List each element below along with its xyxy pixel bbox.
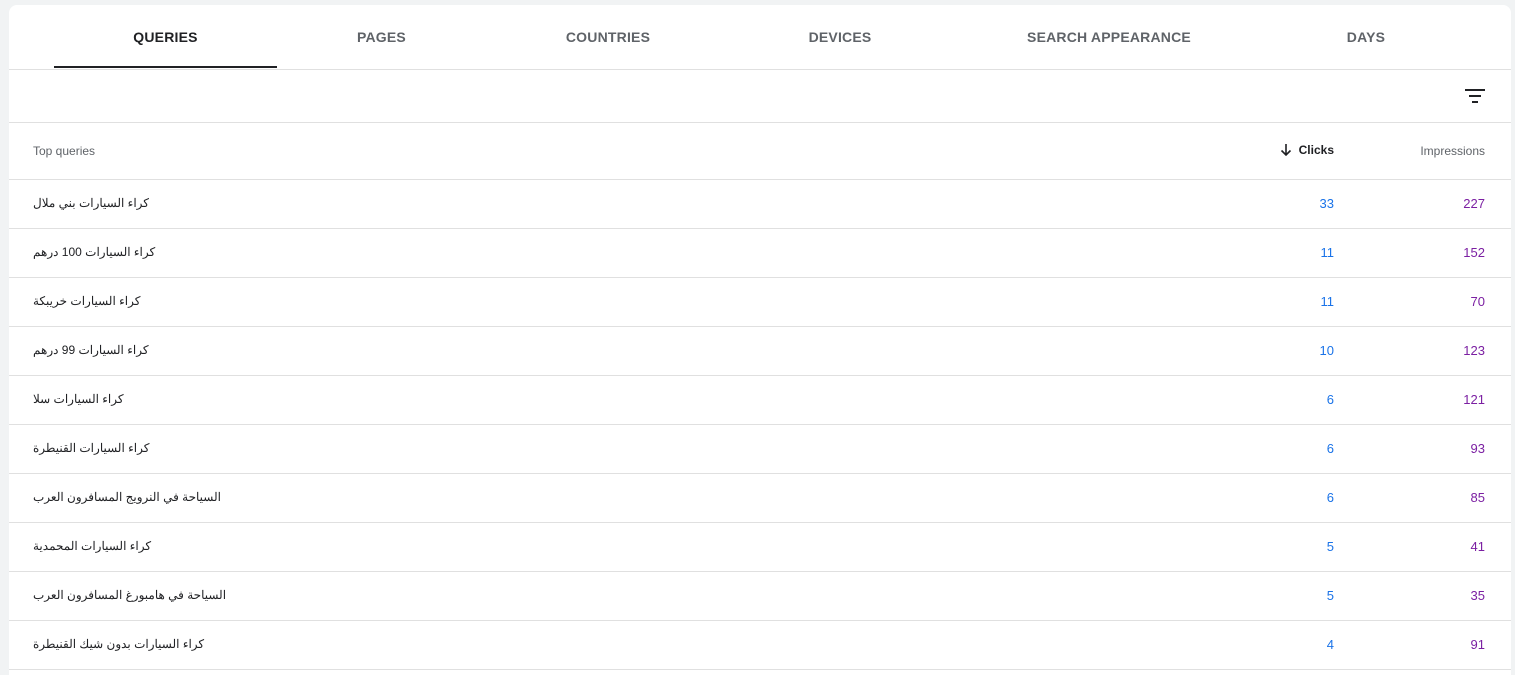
query-cell[interactable]: كراء السيارات القنيطرة — [33, 441, 149, 455]
impressions-cell: 41 — [1470, 539, 1485, 554]
impressions-cell: 152 — [1463, 245, 1485, 260]
active-tab-indicator — [54, 66, 277, 68]
column-header-clicks-label: Clicks — [1298, 143, 1334, 157]
clicks-cell: 33 — [1319, 196, 1334, 211]
clicks-cell: 5 — [1326, 588, 1334, 603]
impressions-cell: 93 — [1470, 441, 1485, 456]
tab-countries[interactable]: COUNTRIES — [499, 5, 717, 69]
table-row[interactable]: كراء السيارات القنيطرة 6 93 — [9, 425, 1511, 474]
tab-search-appearance[interactable]: SEARCH APPEARANCE — [999, 5, 1219, 69]
filter-list-icon — [1465, 89, 1485, 103]
clicks-cell: 6 — [1326, 441, 1334, 456]
clicks-cell: 11 — [1320, 245, 1335, 260]
column-header-impressions[interactable]: Impressions — [1420, 144, 1485, 158]
table-row[interactable]: كراء السيارات المحمدية 5 41 — [9, 523, 1511, 572]
tab-queries[interactable]: QUERIES — [54, 5, 277, 69]
table-row[interactable]: كراء السيارات 100 درهم 11 152 — [9, 229, 1511, 278]
query-cell[interactable]: كراء السيارات المحمدية — [33, 539, 151, 553]
impressions-cell: 35 — [1470, 588, 1485, 603]
query-cell[interactable]: كراء السيارات 99 درهم — [33, 343, 149, 357]
tab-pages[interactable]: PAGES — [277, 5, 486, 69]
tab-bar: QUERIES PAGES COUNTRIES DEVICES SEARCH A… — [9, 5, 1511, 70]
impressions-cell: 91 — [1470, 637, 1485, 652]
table-row[interactable]: كراء السيارات خريبكة 11 70 — [9, 278, 1511, 327]
clicks-cell: 10 — [1319, 343, 1334, 358]
query-cell[interactable]: كراء السيارات بني ملال — [33, 196, 149, 210]
query-cell[interactable]: كراء السيارات بدون شيك القنيطرة — [33, 637, 204, 651]
clicks-cell: 4 — [1326, 637, 1334, 652]
filter-button[interactable] — [1459, 80, 1491, 112]
table-header: Top queries Clicks Impressions — [9, 123, 1511, 180]
tab-days[interactable]: DAYS — [1259, 5, 1473, 69]
impressions-cell: 85 — [1470, 490, 1485, 505]
impressions-cell: 227 — [1463, 196, 1485, 211]
query-cell[interactable]: السياحة في النرويج المسافرون العرب — [33, 490, 221, 504]
clicks-cell: 6 — [1326, 392, 1334, 407]
query-cell[interactable]: كراء السيارات 100 درهم — [33, 245, 155, 259]
query-cell[interactable]: كراء السيارات خريبكة — [33, 294, 140, 308]
impressions-cell: 70 — [1470, 294, 1485, 309]
table-row[interactable]: كراء السيارات بني ملال 33 227 — [9, 180, 1511, 229]
table-row[interactable]: كراء السيارات بدون شيك القنيطرة 4 91 — [9, 621, 1511, 670]
column-header-query: Top queries — [33, 144, 96, 158]
table-row[interactable]: كراء السيارات سلا 6 121 — [9, 376, 1511, 425]
column-header-clicks[interactable]: Clicks — [1280, 143, 1334, 157]
table-row[interactable]: السياحة في النرويج المسافرون العرب 6 85 — [9, 474, 1511, 523]
impressions-cell: 123 — [1463, 343, 1485, 358]
table-row[interactable]: كراء السيارات 99 درهم 10 123 — [9, 327, 1511, 376]
arrow-down-icon — [1280, 144, 1291, 156]
impressions-cell: 121 — [1463, 392, 1485, 407]
clicks-cell: 6 — [1326, 490, 1334, 505]
query-cell[interactable]: كراء السيارات سلا — [33, 392, 124, 406]
query-cell[interactable]: السياحة في هامبورغ المسافرون العرب — [33, 588, 226, 602]
table-toolbar — [9, 70, 1511, 123]
tab-devices[interactable]: DEVICES — [729, 5, 951, 69]
table-row[interactable]: السياحة في هامبورغ المسافرون العرب 5 35 — [9, 572, 1511, 621]
clicks-cell: 11 — [1320, 294, 1335, 309]
performance-table-card: QUERIES PAGES COUNTRIES DEVICES SEARCH A… — [9, 5, 1511, 675]
clicks-cell: 5 — [1326, 539, 1334, 554]
